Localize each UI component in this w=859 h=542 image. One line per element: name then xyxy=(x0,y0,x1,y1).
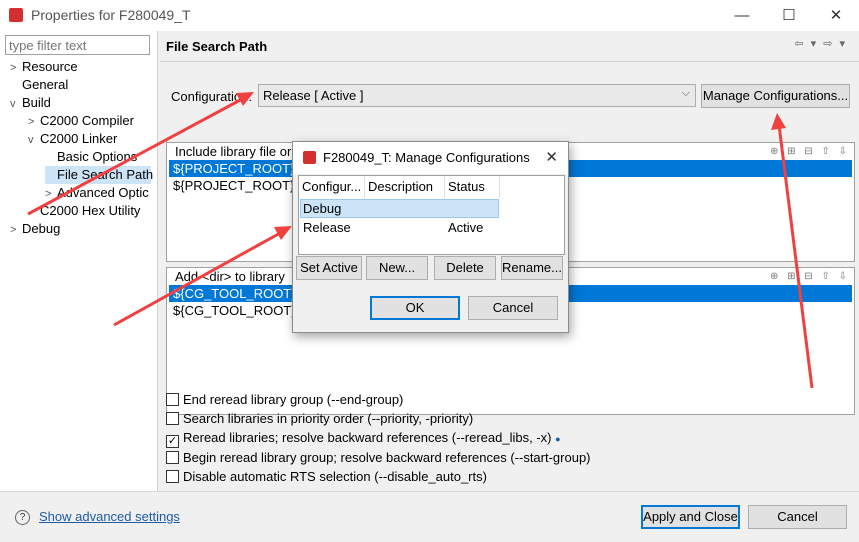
list-toolbar-icons[interactable]: ⊕ ⊞ ⊟ ⇧ ⇩ xyxy=(770,146,850,157)
manage-configurations-dialog: F280049_T: Manage Configurations ✕ Confi… xyxy=(292,141,569,333)
table-cell[interactable]: Release xyxy=(300,218,351,237)
show-advanced-settings-link[interactable]: Show advanced settings xyxy=(39,509,180,524)
tree-item-c2000-compiler[interactable]: > C2000 Compiler xyxy=(28,112,134,130)
app-icon xyxy=(9,8,23,22)
column-header-status[interactable]: Status xyxy=(445,176,500,198)
close-icon[interactable]: ✕ xyxy=(545,148,558,166)
window-title: Properties for F280049_T xyxy=(31,7,191,23)
chevron-down-icon[interactable]: v xyxy=(28,131,40,149)
column-header-configuration[interactable]: Configur... xyxy=(299,176,365,198)
sidebar: >Resource General vBuild >C2000 Compiler… xyxy=(0,31,158,520)
checkmark-icon[interactable]: ✓ xyxy=(166,435,179,448)
chevron-right-icon[interactable]: > xyxy=(10,221,22,239)
tree-item-c2000-hex-utility[interactable]: C2000 Hex Utility xyxy=(28,202,140,220)
dialog-titlebar: F280049_T: Manage Configurations ✕ xyxy=(293,142,568,174)
info-icon: ● xyxy=(555,434,561,444)
chevron-down-icon[interactable]: v xyxy=(10,95,22,113)
configuration-label: Configuration: xyxy=(171,89,252,104)
delete-button[interactable]: Delete xyxy=(434,256,496,280)
end-group-checkbox[interactable]: End reread library group (--end-group) xyxy=(166,391,403,409)
priority-checkbox[interactable]: Search libraries in priority order (--pr… xyxy=(166,410,473,428)
page-title: File Search Path xyxy=(166,39,268,54)
column-header-description[interactable]: Description xyxy=(365,176,445,198)
maximize-button[interactable]: ☐ xyxy=(769,3,809,29)
disable-auto-rts-checkbox[interactable]: Disable automatic RTS selection (--disab… xyxy=(166,468,487,486)
tree-item-file-search-path[interactable]: File Search Path xyxy=(45,166,153,184)
start-group-checkbox[interactable]: Begin reread library group; resolve back… xyxy=(166,449,591,467)
cancel-button[interactable]: Cancel xyxy=(748,505,847,529)
close-button[interactable]: ✕ xyxy=(816,3,856,29)
list-toolbar-icons[interactable]: ⊕ ⊞ ⊟ ⇧ ⇩ xyxy=(770,271,850,282)
dialog-cancel-button[interactable]: Cancel xyxy=(468,296,558,320)
window-titlebar: Properties for F280049_T — ☐ ✕ xyxy=(0,0,859,31)
chevron-right-icon[interactable]: > xyxy=(10,59,22,77)
ok-button[interactable]: OK xyxy=(370,296,460,320)
table-cell[interactable]: Debug xyxy=(300,199,341,218)
help-icon[interactable]: ? xyxy=(15,510,30,525)
new-button[interactable]: New... xyxy=(366,256,428,280)
footer: ? Show advanced settings Apply and Close… xyxy=(0,491,859,542)
configurations-table[interactable]: Configur... Description Status Debug Rel… xyxy=(298,175,565,255)
table-cell[interactable]: Active xyxy=(445,218,483,237)
tree-item-resource[interactable]: > Resource xyxy=(10,58,78,76)
set-active-button[interactable]: Set Active xyxy=(296,256,362,280)
configuration-select[interactable]: Release [ Active ] ⌵ xyxy=(258,84,696,107)
dialog-title: F280049_T: Manage Configurations xyxy=(323,150,530,165)
tree-item-build[interactable]: v Build xyxy=(10,94,51,112)
reread-libs-checkbox[interactable]: ✓ Reread libraries; resolve backward refe… xyxy=(166,429,561,448)
tree-item-c2000-linker[interactable]: v C2000 Linker xyxy=(28,130,117,148)
chevron-right-icon[interactable]: > xyxy=(45,185,57,203)
nav-history-icons[interactable]: ⇦ ▾ ⇨ ▾ xyxy=(794,37,847,50)
tree-item-basic-options[interactable]: Basic Options xyxy=(45,148,137,166)
table-cell[interactable] xyxy=(365,199,368,218)
apply-and-close-button[interactable]: Apply and Close xyxy=(641,505,740,529)
manage-configurations-button[interactable]: Manage Configurations... xyxy=(701,84,850,108)
filter-input[interactable] xyxy=(5,35,150,55)
include-library-header: Include library file or xyxy=(175,144,292,159)
search-path-header: Add <dir> to library xyxy=(175,269,285,284)
chevron-right-icon[interactable]: > xyxy=(28,113,40,131)
tree-item-advanced-options[interactable]: > Advanced Optic xyxy=(45,184,149,202)
tree-item-debug[interactable]: > Debug xyxy=(10,220,60,238)
minimize-button[interactable]: — xyxy=(722,3,762,29)
tree-item-general[interactable]: General xyxy=(10,76,68,94)
table-cell[interactable] xyxy=(445,199,448,218)
app-icon xyxy=(303,151,316,164)
table-cell[interactable] xyxy=(365,218,368,237)
chevron-down-icon: ⌵ xyxy=(681,87,690,99)
rename-button[interactable]: Rename... xyxy=(501,256,563,280)
